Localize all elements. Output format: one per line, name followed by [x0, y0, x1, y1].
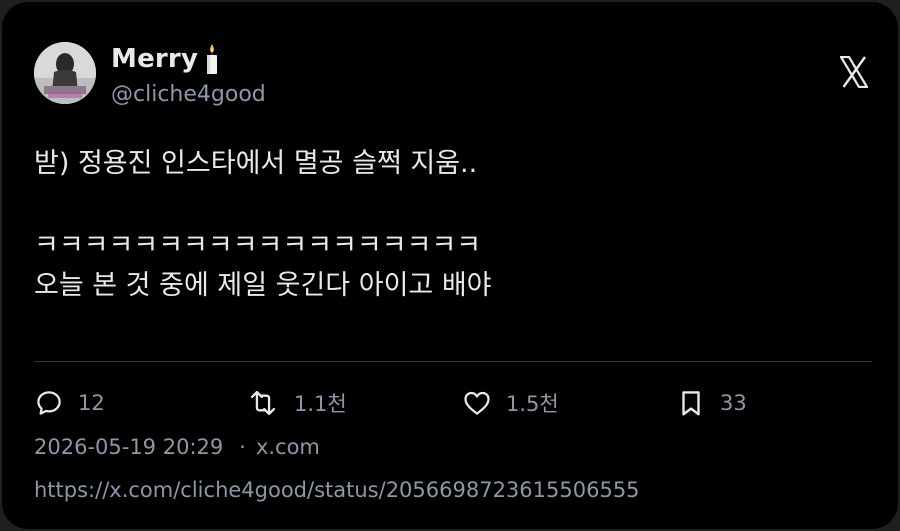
candle-icon [204, 43, 220, 75]
like-count: 1.5천 [506, 392, 559, 416]
tweet-datetime[interactable]: 2026-05-19 20:29 [34, 435, 223, 459]
tweet-url[interactable]: https://x.com/cliche4good/status/2056698… [34, 478, 640, 502]
author-handle[interactable]: @cliche4good [111, 82, 266, 107]
divider [34, 361, 872, 362]
x-logo-icon[interactable] [839, 55, 869, 89]
action-bar: 12 1.1천 1.5천 33 [34, 384, 794, 424]
tweet-source[interactable]: x.com [256, 435, 320, 459]
tweet-line: 받) 정용진 인스타에서 멸공 슬쩍 지움.. [34, 148, 478, 179]
tweet-line: ㅋㅋㅋㅋㅋㅋㅋㅋㅋㅋㅋㅋㅋㅋㅋㅋㅋㅋ [34, 230, 482, 261]
like-button[interactable]: 1.5천 [462, 384, 559, 422]
heart-icon [464, 391, 490, 415]
author-name-row[interactable]: Merry [111, 42, 220, 76]
bookmark-count: 33 [720, 391, 747, 415]
bookmark-button[interactable]: 33 [676, 384, 747, 422]
retweet-count: 1.1천 [294, 392, 347, 416]
tweet-card: Merry @cliche4good 받) 정용진 인스타에서 멸공 슬쩍 지움… [2, 2, 898, 529]
reply-button[interactable]: 12 [34, 384, 105, 422]
tweet-meta: 2026-05-19 20:29 · x.com [34, 435, 320, 459]
reply-icon [37, 391, 61, 415]
avatar[interactable] [34, 42, 96, 104]
reply-count: 12 [78, 391, 105, 415]
bookmark-icon [682, 391, 700, 416]
tweet-text: 받) 정용진 인스타에서 멸공 슬쩍 지움.. ㅋㅋㅋㅋㅋㅋㅋㅋㅋㅋㅋㅋㅋㅋㅋㅋ… [34, 144, 854, 306]
author-display-name[interactable]: Merry [111, 44, 198, 74]
retweet-button[interactable]: 1.1천 [246, 384, 347, 422]
avatar-image [34, 42, 96, 104]
tweet-line: 오늘 본 것 중에 제일 웃긴다 아이고 배야 [34, 270, 492, 301]
meta-separator: · [239, 435, 246, 459]
retweet-icon [250, 390, 276, 416]
